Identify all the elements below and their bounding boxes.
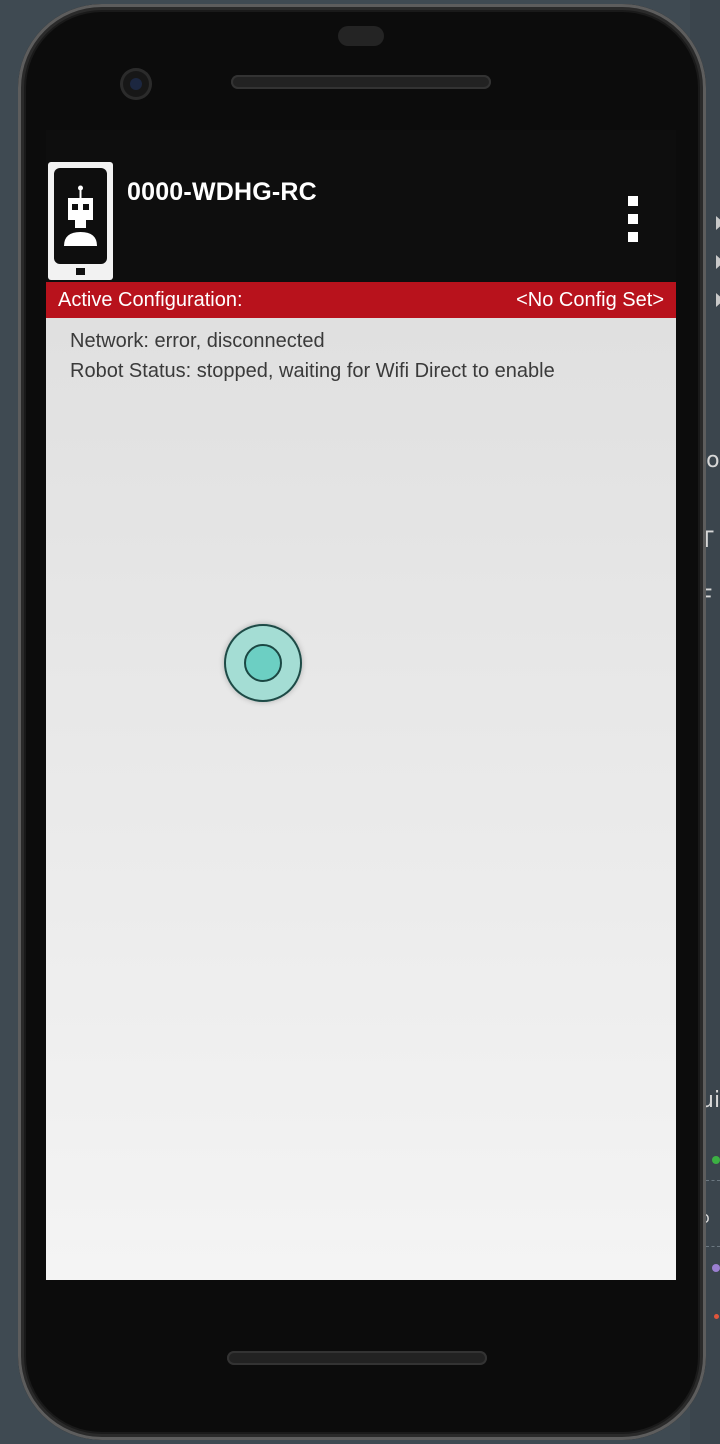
ide-arrow-icon[interactable] <box>716 293 720 307</box>
robot-status: Robot Status: stopped, waiting for Wifi … <box>70 360 555 382</box>
green-dot-icon <box>712 1156 720 1164</box>
overflow-menu-icon[interactable] <box>621 194 645 248</box>
purple-dot-icon <box>712 1264 720 1272</box>
bottom-speaker <box>227 1351 487 1365</box>
earpiece-speaker <box>231 75 491 89</box>
app-title: 0000-WDHG-RC <box>127 178 317 206</box>
active-configuration-bar: Active Configuration: <No Config Set> <box>46 282 676 318</box>
phone-screen: 0000-WDHG-RC Active Configuration: <No C… <box>46 130 676 1280</box>
app-bar: 0000-WDHG-RC <box>46 130 676 282</box>
phone-top-notch <box>338 26 384 46</box>
main-content: Network: error, disconnected Robot Statu… <box>46 318 676 1280</box>
front-camera-icon <box>120 68 152 100</box>
touch-indicator <box>224 624 302 702</box>
ide-arrow-icon[interactable] <box>716 255 720 269</box>
network-status: Network: error, disconnected <box>70 330 325 352</box>
ide-arrow-icon[interactable] <box>716 216 720 230</box>
red-dot-icon <box>714 1314 719 1319</box>
logo-home-button <box>76 268 85 275</box>
config-label: Active Configuration: <box>58 289 243 311</box>
config-value: <No Config Set> <box>516 289 664 311</box>
robot-phone-icon <box>48 162 113 280</box>
